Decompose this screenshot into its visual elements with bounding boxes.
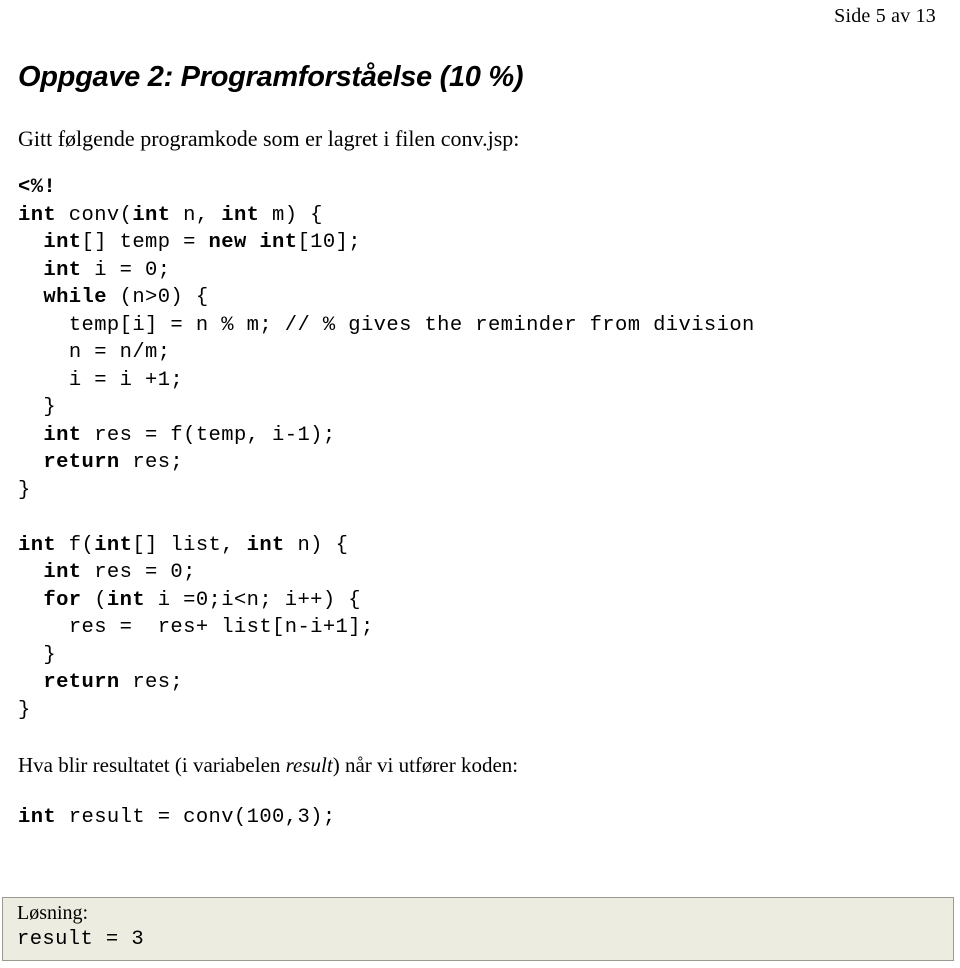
solution-box: Løsning: result = 3	[2, 897, 954, 961]
solution-value: result = 3	[17, 928, 145, 951]
call-code-snippet: int result = conv(100,3);	[18, 806, 336, 829]
solution-label: Løsning:	[17, 902, 89, 924]
lead-paragraph: Gitt følgende programkode som er lagret …	[18, 126, 520, 151]
document-page: Side 5 av 13 Oppgave 2: Programforståels…	[0, 0, 960, 968]
page-title: Oppgave 2: Programforståelse (10 %)	[18, 61, 524, 93]
question-prefix: Hva blir resultatet (i variabelen	[18, 753, 286, 777]
document-content: Oppgave 2: Programforståelse (10 %) Gitt…	[18, 60, 948, 832]
page-indicator: Side 5 av 13	[834, 5, 936, 27]
question-emphasis: result	[285, 753, 333, 777]
source-code-block: <%! int conv(int n, int m) { int[] temp …	[18, 176, 755, 722]
question-suffix: ) når vi utfører koden:	[332, 753, 519, 777]
question-paragraph: Hva blir resultatet (i variabelen result…	[18, 752, 948, 778]
